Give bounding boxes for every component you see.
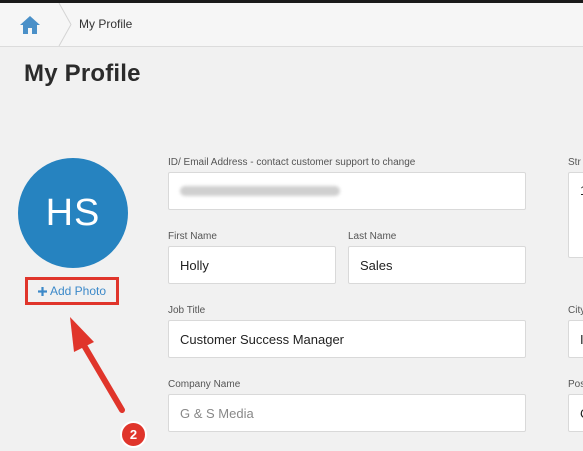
postal-label: Pos [568,379,583,390]
email-label: ID/ Email Address - contact customer sup… [168,157,416,168]
breadcrumb-separator [58,3,72,46]
breadcrumb: My Profile [0,3,583,47]
last-name-value: Sales [360,257,393,273]
first-name-label: First Name [168,231,217,242]
street-input[interactable]: 1 [568,172,583,258]
add-photo-label: Add Photo [49,284,107,298]
street-label: Str [568,157,581,168]
first-name-value: Holly [180,257,209,273]
add-photo-highlight: Add Photo [25,277,119,305]
last-name-label: Last Name [348,231,397,242]
annotation-step-number: 2 [129,427,138,442]
page-title: My Profile [24,60,141,87]
avatar: HS [18,158,128,268]
avatar-initials: HS [45,191,101,234]
job-title-input[interactable]: Customer Success Manager [168,320,526,358]
email-redacted [180,186,340,196]
last-name-input[interactable]: Sales [348,246,526,284]
annotation-arrow-icon [70,317,125,413]
home-button[interactable] [0,3,60,46]
postal-input[interactable]: C [568,394,583,432]
plus-icon [37,286,47,296]
job-title-value: Customer Success Manager [180,331,345,347]
annotation-step-badge: 2 [120,421,147,448]
first-name-input[interactable]: Holly [168,246,336,284]
city-label: City [568,305,583,316]
email-field [168,172,526,210]
company-label: Company Name [168,379,241,390]
company-input[interactable]: G & S Media [168,394,526,432]
add-photo-link[interactable]: Add Photo [37,284,107,298]
city-input[interactable]: I [568,320,583,358]
job-title-label: Job Title [168,305,206,316]
company-value: G & S Media [180,405,254,421]
breadcrumb-current[interactable]: My Profile [79,17,132,31]
home-icon [20,15,40,34]
